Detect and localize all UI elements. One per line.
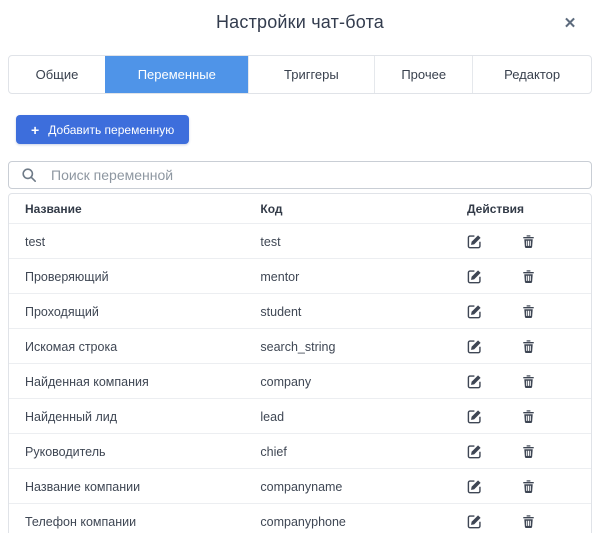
variable-name: Проходящий	[25, 305, 260, 319]
table-row: test test	[9, 223, 591, 258]
trash-icon[interactable]	[521, 269, 536, 284]
row-actions	[465, 409, 575, 424]
variable-code: companyname	[260, 480, 465, 494]
tab-label: Редактор	[504, 67, 560, 82]
table-row: Найденный лид lead	[9, 398, 591, 433]
edit-icon[interactable]	[467, 234, 482, 249]
search-icon	[21, 167, 37, 183]
tab-label: Общие	[36, 67, 79, 82]
trash-icon[interactable]	[521, 374, 536, 389]
tab-general[interactable]: Общие	[9, 56, 105, 93]
table-row: Проходящий student	[9, 293, 591, 328]
variable-name: Название компании	[25, 480, 260, 494]
add-variable-button-label: Добавить переменную	[48, 123, 174, 137]
search-bar	[8, 161, 592, 189]
tab-variables[interactable]: Переменные	[105, 56, 248, 93]
variable-code: company	[260, 375, 465, 389]
table-body: test test Проверяющий mentor	[9, 223, 591, 533]
row-actions	[465, 234, 575, 249]
search-input[interactable]	[8, 161, 592, 189]
tab-triggers[interactable]: Триггеры	[248, 56, 375, 93]
variable-code: test	[260, 235, 465, 249]
close-icon[interactable]: ✕	[560, 13, 580, 33]
table-row: Телефон компании companyphone	[9, 503, 591, 533]
table-header: Название Код Действия	[9, 194, 591, 223]
tab-other[interactable]: Прочее	[374, 56, 472, 93]
row-actions	[465, 269, 575, 284]
edit-icon[interactable]	[467, 479, 482, 494]
edit-icon[interactable]	[467, 374, 482, 389]
edit-icon[interactable]	[467, 304, 482, 319]
add-variable-button[interactable]: + Добавить переменную	[16, 115, 189, 144]
edit-icon[interactable]	[467, 514, 482, 529]
trash-icon[interactable]	[521, 479, 536, 494]
table-row: Проверяющий mentor	[9, 258, 591, 293]
variable-name: test	[25, 235, 260, 249]
tab-label: Переменные	[138, 67, 216, 82]
row-actions	[465, 514, 575, 529]
variable-code: companyphone	[260, 515, 465, 529]
trash-icon[interactable]	[521, 304, 536, 319]
edit-icon[interactable]	[467, 339, 482, 354]
trash-icon[interactable]	[521, 409, 536, 424]
table-row: Руководитель chief	[9, 433, 591, 468]
row-actions	[465, 339, 575, 354]
variable-name: Телефон компании	[25, 515, 260, 529]
tab-editor[interactable]: Редактор	[472, 56, 591, 93]
variable-name: Искомая строка	[25, 340, 260, 354]
variables-table: Название Код Действия test test	[8, 193, 592, 533]
table-row: Название компании companyname	[9, 468, 591, 503]
tab-label: Триггеры	[284, 67, 339, 82]
trash-icon[interactable]	[521, 339, 536, 354]
row-actions	[465, 304, 575, 319]
variable-name: Найденная компания	[25, 375, 260, 389]
column-header-code: Код	[260, 202, 465, 216]
variable-code: search_string	[260, 340, 465, 354]
chatbot-settings-dialog: Настройки чат-бота ✕ Общие Переменные Тр…	[0, 0, 600, 533]
edit-icon[interactable]	[467, 409, 482, 424]
column-header-actions: Действия	[465, 202, 575, 216]
trash-icon[interactable]	[521, 444, 536, 459]
variable-code: chief	[260, 445, 465, 459]
row-actions	[465, 479, 575, 494]
edit-icon[interactable]	[467, 444, 482, 459]
variable-name: Найденный лид	[25, 410, 260, 424]
variable-code: student	[260, 305, 465, 319]
variable-code: mentor	[260, 270, 465, 284]
edit-icon[interactable]	[467, 269, 482, 284]
trash-icon[interactable]	[521, 234, 536, 249]
row-actions	[465, 444, 575, 459]
page-title: Настройки чат-бота	[0, 12, 600, 33]
column-header-name: Название	[25, 202, 260, 216]
variable-name: Проверяющий	[25, 270, 260, 284]
table-row: Искомая строка search_string	[9, 328, 591, 363]
variable-name: Руководитель	[25, 445, 260, 459]
variable-code: lead	[260, 410, 465, 424]
table-row: Найденная компания company	[9, 363, 591, 398]
trash-icon[interactable]	[521, 514, 536, 529]
tab-bar: Общие Переменные Триггеры Прочее Редакто…	[8, 55, 592, 94]
row-actions	[465, 374, 575, 389]
plus-icon: +	[31, 123, 39, 137]
tab-label: Прочее	[401, 67, 446, 82]
